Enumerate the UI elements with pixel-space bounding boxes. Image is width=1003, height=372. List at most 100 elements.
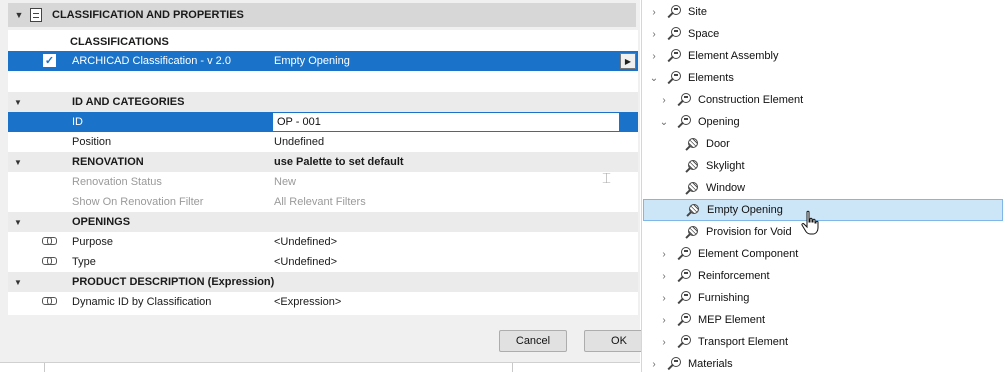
classification-leaf-icon <box>684 180 700 196</box>
chevron-right-icon[interactable]: › <box>658 315 670 326</box>
group-product-description[interactable]: ▼ PRODUCT DESCRIPTION (Expression) <box>8 272 638 292</box>
classifications-header: CLASSIFICATIONS <box>70 36 169 48</box>
tree-item-element-component[interactable]: › Element Component <box>658 243 798 265</box>
id-input[interactable]: OP - 001 <box>272 112 620 132</box>
bottom-strip <box>0 362 640 372</box>
collapse-triangle-icon[interactable]: ▼ <box>14 158 24 167</box>
tree-item-elements[interactable]: ⌄ Elements <box>648 67 734 89</box>
collapse-triangle-icon[interactable]: ▼ <box>8 10 30 20</box>
property-name: Dynamic ID by Classification <box>72 296 212 308</box>
tree-item-mep-element[interactable]: › MEP Element <box>658 309 765 331</box>
tree-item-label: Materials <box>688 358 733 370</box>
property-row-position[interactable]: Position Undefined <box>8 132 638 152</box>
dialog-button-bar: Cancel OK <box>0 322 654 362</box>
property-value[interactable]: <Undefined> <box>274 236 337 248</box>
tree-item-window[interactable]: Window <box>678 177 745 199</box>
chevron-right-icon[interactable]: › <box>658 95 670 106</box>
tree-item-label: Opening <box>698 116 740 128</box>
group-id-categories[interactable]: ▼ ID AND CATEGORIES <box>8 92 638 112</box>
property-row-id[interactable]: ID OP - 001 <box>8 112 638 132</box>
property-value[interactable]: <Undefined> <box>274 256 337 268</box>
tree-item-label: Skylight <box>706 160 745 172</box>
property-name: Renovation Status <box>72 176 162 188</box>
classification-icon <box>676 246 692 262</box>
classification-value: Empty Opening <box>274 55 350 67</box>
classification-icon <box>666 48 682 64</box>
classification-leaf-icon <box>685 202 701 218</box>
property-row-purpose[interactable]: Purpose <Undefined> <box>8 232 638 252</box>
property-name: Type <box>72 256 96 268</box>
chevron-right-icon[interactable]: › <box>658 271 670 282</box>
section-header[interactable]: ▼ CLASSIFICATION AND PROPERTIES <box>8 3 636 27</box>
classification-icon <box>676 114 692 130</box>
tree-item-skylight[interactable]: Skylight <box>678 155 745 177</box>
property-name: ID <box>72 116 83 128</box>
group-renovation[interactable]: ▼ RENOVATION use Palette to set default <box>8 152 638 172</box>
tree-item-label: Element Component <box>698 248 799 260</box>
chevron-right-icon[interactable]: › <box>648 51 660 62</box>
tree-item-transport-element[interactable]: › Transport Element <box>658 331 788 353</box>
tree-item-door[interactable]: Door <box>678 133 730 155</box>
group-openings[interactable]: ▼ OPENINGS <box>8 212 638 232</box>
classification-icon <box>666 26 682 42</box>
tree-item-reinforcement[interactable]: › Reinforcement <box>658 265 770 287</box>
property-value[interactable]: <Expression> <box>274 296 341 308</box>
divider <box>512 363 513 372</box>
chevron-down-icon[interactable]: ⌄ <box>658 117 670 128</box>
tree-item-label: Door <box>706 138 730 150</box>
collapse-triangle-icon[interactable]: ▼ <box>14 218 24 227</box>
property-name: Purpose <box>72 236 113 248</box>
tree-item-space[interactable]: › Space <box>648 23 719 45</box>
tree-item-construction-element[interactable]: › Construction Element <box>658 89 803 111</box>
renovation-icon: ⌶ <box>602 170 612 187</box>
group-label: RENOVATION <box>72 156 144 168</box>
chevron-right-icon[interactable]: › <box>658 337 670 348</box>
classification-system-name: ARCHICAD Classification - v 2.0 <box>72 55 231 67</box>
collapse-triangle-icon[interactable]: ▼ <box>14 98 24 107</box>
classification-tree: › Site › Space › Element Assembly ⌄ Elem… <box>641 0 1003 372</box>
classification-leaf-icon <box>684 224 700 240</box>
property-value[interactable]: Undefined <box>274 136 324 148</box>
classification-icon <box>676 268 692 284</box>
tree-item-materials[interactable]: › Materials <box>648 353 733 372</box>
property-row-type[interactable]: Type <Undefined> <box>8 252 638 272</box>
classification-icon <box>676 334 692 350</box>
tree-item-empty-opening[interactable]: Empty Opening <box>643 199 1003 221</box>
group-label: ID AND CATEGORIES <box>72 96 185 108</box>
checkbox[interactable]: ✓ <box>43 54 56 67</box>
classification-leaf-icon <box>684 136 700 152</box>
classifications-header-row: CLASSIFICATIONS <box>8 32 638 52</box>
tree-item-label: Furnishing <box>698 292 750 304</box>
classification-row[interactable]: ✓ ARCHICAD Classification - v 2.0 Empty … <box>8 51 638 71</box>
classification-icon <box>676 290 692 306</box>
tree-item-label: Empty Opening <box>707 204 783 216</box>
tree-item-label: Provision for Void <box>706 226 792 238</box>
tree-item-furnishing[interactable]: › Furnishing <box>658 287 749 309</box>
chevron-right-icon[interactable]: › <box>658 293 670 304</box>
property-row-show-on-renovation-filter: Show On Renovation Filter All Relevant F… <box>8 192 638 212</box>
classification-icon <box>676 92 692 108</box>
classification-properties-dialog: ▼ CLASSIFICATION AND PROPERTIES CLASSIFI… <box>0 0 654 372</box>
tree-item-site[interactable]: › Site <box>648 1 707 23</box>
classification-picker-arrow-icon[interactable]: ▶ <box>620 53 636 69</box>
classification-icon <box>666 70 682 86</box>
property-value: New <box>274 176 297 188</box>
tree-item-opening[interactable]: ⌄ Opening <box>658 111 740 133</box>
classification-icon <box>666 4 682 20</box>
divider <box>44 363 45 372</box>
collapse-triangle-icon[interactable]: ▼ <box>14 278 24 287</box>
chevron-right-icon[interactable]: › <box>648 29 660 40</box>
tree-item-label: Site <box>688 6 707 18</box>
cancel-button[interactable]: Cancel <box>499 330 567 352</box>
group-label: PRODUCT DESCRIPTION (Expression) <box>72 276 275 288</box>
chevron-right-icon[interactable]: › <box>658 249 670 260</box>
link-icon <box>42 236 57 248</box>
tree-item-element-assembly[interactable]: › Element Assembly <box>648 45 778 67</box>
document-icon <box>30 8 42 22</box>
chevron-right-icon[interactable]: › <box>648 359 660 370</box>
hand-cursor-icon <box>801 210 819 235</box>
chevron-down-icon[interactable]: ⌄ <box>648 73 660 84</box>
tree-item-provision-for-void[interactable]: Provision for Void <box>678 221 792 243</box>
chevron-right-icon[interactable]: › <box>648 7 660 18</box>
property-row-dynamic-id[interactable]: Dynamic ID by Classification <Expression… <box>8 292 638 312</box>
